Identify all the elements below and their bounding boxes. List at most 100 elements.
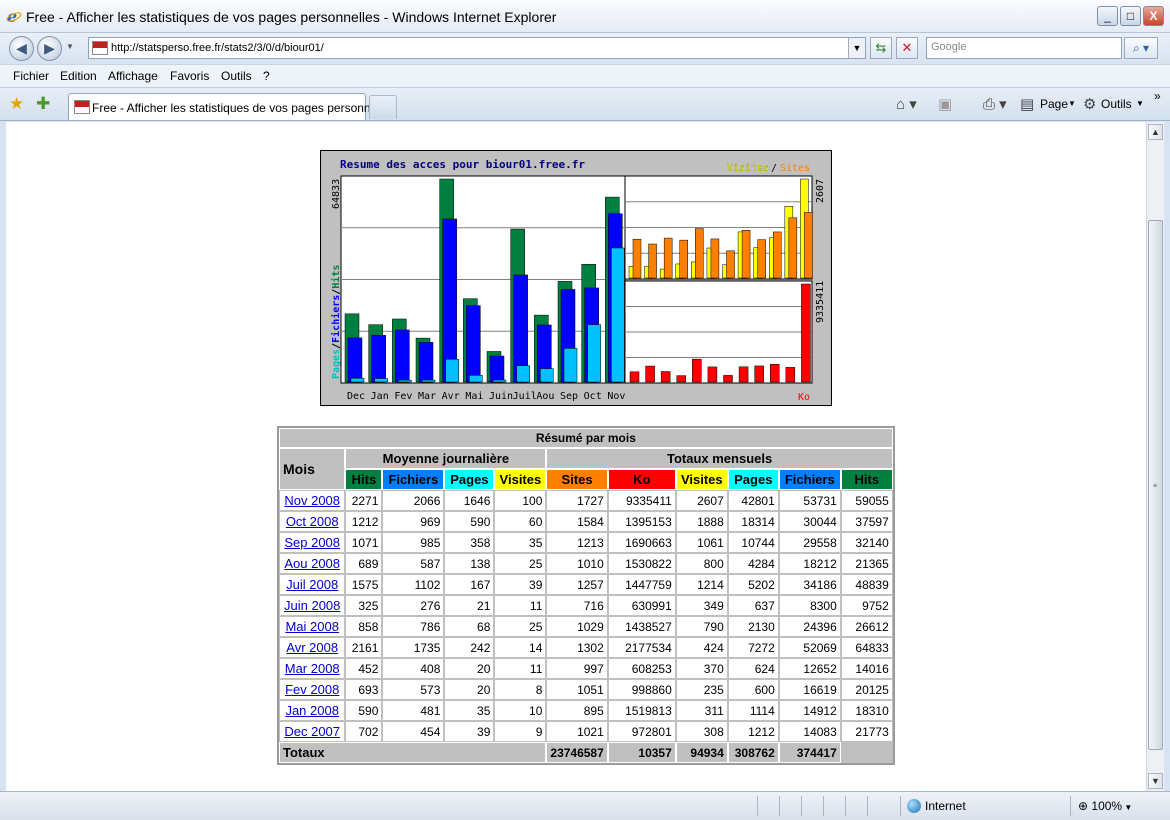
scroll-down-icon[interactable]: ▼ xyxy=(1148,773,1163,789)
new-tab-button[interactable] xyxy=(369,95,397,119)
forward-arrow-icon: ▶ xyxy=(44,40,55,56)
cell-monthly-pages: 2130 xyxy=(727,616,779,637)
zoom-control[interactable]: ⊕ 100% ▼ xyxy=(1078,799,1132,813)
menu-affichage[interactable]: Affichage xyxy=(108,69,158,83)
cell-daily-hits: 1575 xyxy=(345,574,383,595)
total-kbytes: 23746587 xyxy=(546,742,608,763)
address-toolbar: ◀ ▶ ▼ http://statsperso.free.fr/stats2/3… xyxy=(0,33,1170,63)
print-icon[interactable]: ⎙ ▾ xyxy=(983,95,1007,113)
cell-kbytes: 1438527 xyxy=(607,616,676,637)
favorites-star-icon[interactable]: ★ xyxy=(9,94,24,114)
status-divider xyxy=(779,796,780,816)
stop-button[interactable]: ✕ xyxy=(896,37,918,59)
chevron-more-icon[interactable]: » xyxy=(1154,89,1161,103)
cell-daily-hits: 2161 xyxy=(345,637,383,658)
menu-favoris[interactable]: Favoris xyxy=(170,69,209,83)
column-subheaders: Hits Fichiers Pages Visites Sites Ko Vis… xyxy=(279,469,893,490)
month-link[interactable]: Sep 2008 xyxy=(284,535,340,550)
search-button[interactable]: ⌕ ▾ xyxy=(1124,37,1158,59)
cell-daily-visits: 25 xyxy=(494,553,547,574)
search-input[interactable]: Google xyxy=(926,37,1122,59)
table-row: Oct 2008 1212 969 590 60 1584 1395153 1888 18314… xyxy=(279,511,893,532)
home-icon[interactable]: ⌂ ▾ xyxy=(896,95,917,113)
month-link[interactable]: Nov 2008 xyxy=(284,493,340,508)
max-visits-label: 2607 xyxy=(815,179,826,203)
menu-help[interactable]: ? xyxy=(263,69,270,83)
cell-monthly-hits: 59055 xyxy=(840,490,893,511)
refresh-button[interactable]: ⇆ xyxy=(870,37,892,59)
back-button[interactable]: ◀ xyxy=(9,36,34,61)
scroll-up-icon[interactable]: ▲ xyxy=(1148,124,1163,140)
window-title-bar[interactable]: e Free - Afficher les statistiques de vo… xyxy=(0,0,1170,33)
vertical-scrollbar[interactable]: ▲ ≡ ▼ xyxy=(1146,122,1164,791)
month-cell: Fev 2008 xyxy=(279,679,346,700)
page-viewport[interactable]: Resume des acces pour biour01.free.fr Vi… xyxy=(6,122,1146,791)
tools-dropdown-icon[interactable]: ▼ xyxy=(1136,99,1144,108)
tools-menu[interactable]: Outils xyxy=(1101,97,1132,111)
month-link[interactable]: Avr 2008 xyxy=(286,640,338,655)
page-menu[interactable]: Page xyxy=(1040,97,1068,111)
cell-monthly-files: 14083 xyxy=(778,721,841,742)
cell-monthly-pages: 1212 xyxy=(727,721,779,742)
maximize-button[interactable]: □ xyxy=(1120,6,1141,26)
scrollbar-thumb[interactable]: ≡ xyxy=(1148,220,1163,750)
feeds-icon[interactable]: ▣ xyxy=(938,95,952,113)
bar-kbytes xyxy=(692,358,702,383)
menu-edition[interactable]: Edition xyxy=(60,69,97,83)
address-url[interactable]: http://statsperso.free.fr/stats2/3/0/d/b… xyxy=(111,42,324,54)
forward-button[interactable]: ▶ xyxy=(37,36,62,61)
cell-daily-visits: 10 xyxy=(494,700,547,721)
cell-daily-pages: 21 xyxy=(444,595,495,616)
month-cell: Oct 2008 xyxy=(279,511,346,532)
page-dropdown-icon[interactable]: ▼ xyxy=(1068,99,1076,108)
history-dropdown-icon[interactable]: ▼ xyxy=(66,42,74,51)
status-divider xyxy=(867,796,868,816)
month-link[interactable]: Jan 2008 xyxy=(285,703,339,718)
usage-chart-svg: Resume des acces pour biour01.free.fr Vi… xyxy=(330,158,826,403)
header-daily-files: Fichiers xyxy=(382,469,445,490)
cell-daily-visits: 14 xyxy=(494,637,547,658)
cell-daily-files: 454 xyxy=(382,721,445,742)
status-divider xyxy=(845,796,846,816)
header-monthly-files: Fichiers xyxy=(778,469,841,490)
menu-outils[interactable]: Outils xyxy=(221,69,252,83)
month-link[interactable]: Mai 2008 xyxy=(285,619,338,634)
header-sites: Sites xyxy=(546,469,608,490)
cell-daily-visits: 39 xyxy=(494,574,547,595)
month-link[interactable]: Juil 2008 xyxy=(286,577,338,592)
zoom-dropdown-icon[interactable]: ▼ xyxy=(1122,803,1132,812)
month-link[interactable]: Juin 2008 xyxy=(284,598,340,613)
minimize-button[interactable]: _ xyxy=(1097,6,1118,26)
status-bar: Internet ⊕ 100% ▼ xyxy=(0,791,1170,820)
internet-explorer-icon: e xyxy=(6,8,22,24)
month-link[interactable]: Dec 2007 xyxy=(284,724,340,739)
cell-daily-visits: 60 xyxy=(494,511,547,532)
month-link[interactable]: Aou 2008 xyxy=(284,556,340,571)
chart-category-label: Sep xyxy=(560,391,578,402)
tab-label: Free - Afficher les statistiques de vos … xyxy=(92,101,388,115)
cell-daily-hits: 689 xyxy=(345,553,383,574)
menu-fichier[interactable]: Fichier xyxy=(13,69,49,83)
tab-active[interactable]: Free - Afficher les statistiques de vos … xyxy=(68,93,387,120)
cell-monthly-pages: 7272 xyxy=(727,637,779,658)
cell-monthly-files: 14912 xyxy=(778,700,841,721)
header-kbytes: Ko xyxy=(607,469,676,490)
month-link[interactable]: Oct 2008 xyxy=(286,514,339,529)
add-favorites-icon[interactable]: ✚ xyxy=(36,94,50,114)
cell-kbytes: 1447759 xyxy=(607,574,676,595)
cell-daily-files: 786 xyxy=(382,616,445,637)
cell-daily-files: 408 xyxy=(382,658,445,679)
bar-sites xyxy=(648,243,657,279)
bar-kbytes xyxy=(770,364,780,383)
cell-kbytes: 972801 xyxy=(607,721,676,742)
header-monthly-hits: Hits xyxy=(840,469,893,490)
header-daily-hits: Hits xyxy=(345,469,383,490)
cell-monthly-pages: 5202 xyxy=(727,574,779,595)
month-link[interactable]: Fev 2008 xyxy=(285,682,339,697)
cell-monthly-visits: 1214 xyxy=(675,574,728,595)
close-button[interactable]: X xyxy=(1143,6,1164,26)
address-dropdown-icon[interactable]: ▼ xyxy=(848,38,865,58)
address-bar[interactable]: http://statsperso.free.fr/stats2/3/0/d/b… xyxy=(88,37,866,59)
cell-sites: 1257 xyxy=(546,574,608,595)
month-link[interactable]: Mar 2008 xyxy=(285,661,340,676)
